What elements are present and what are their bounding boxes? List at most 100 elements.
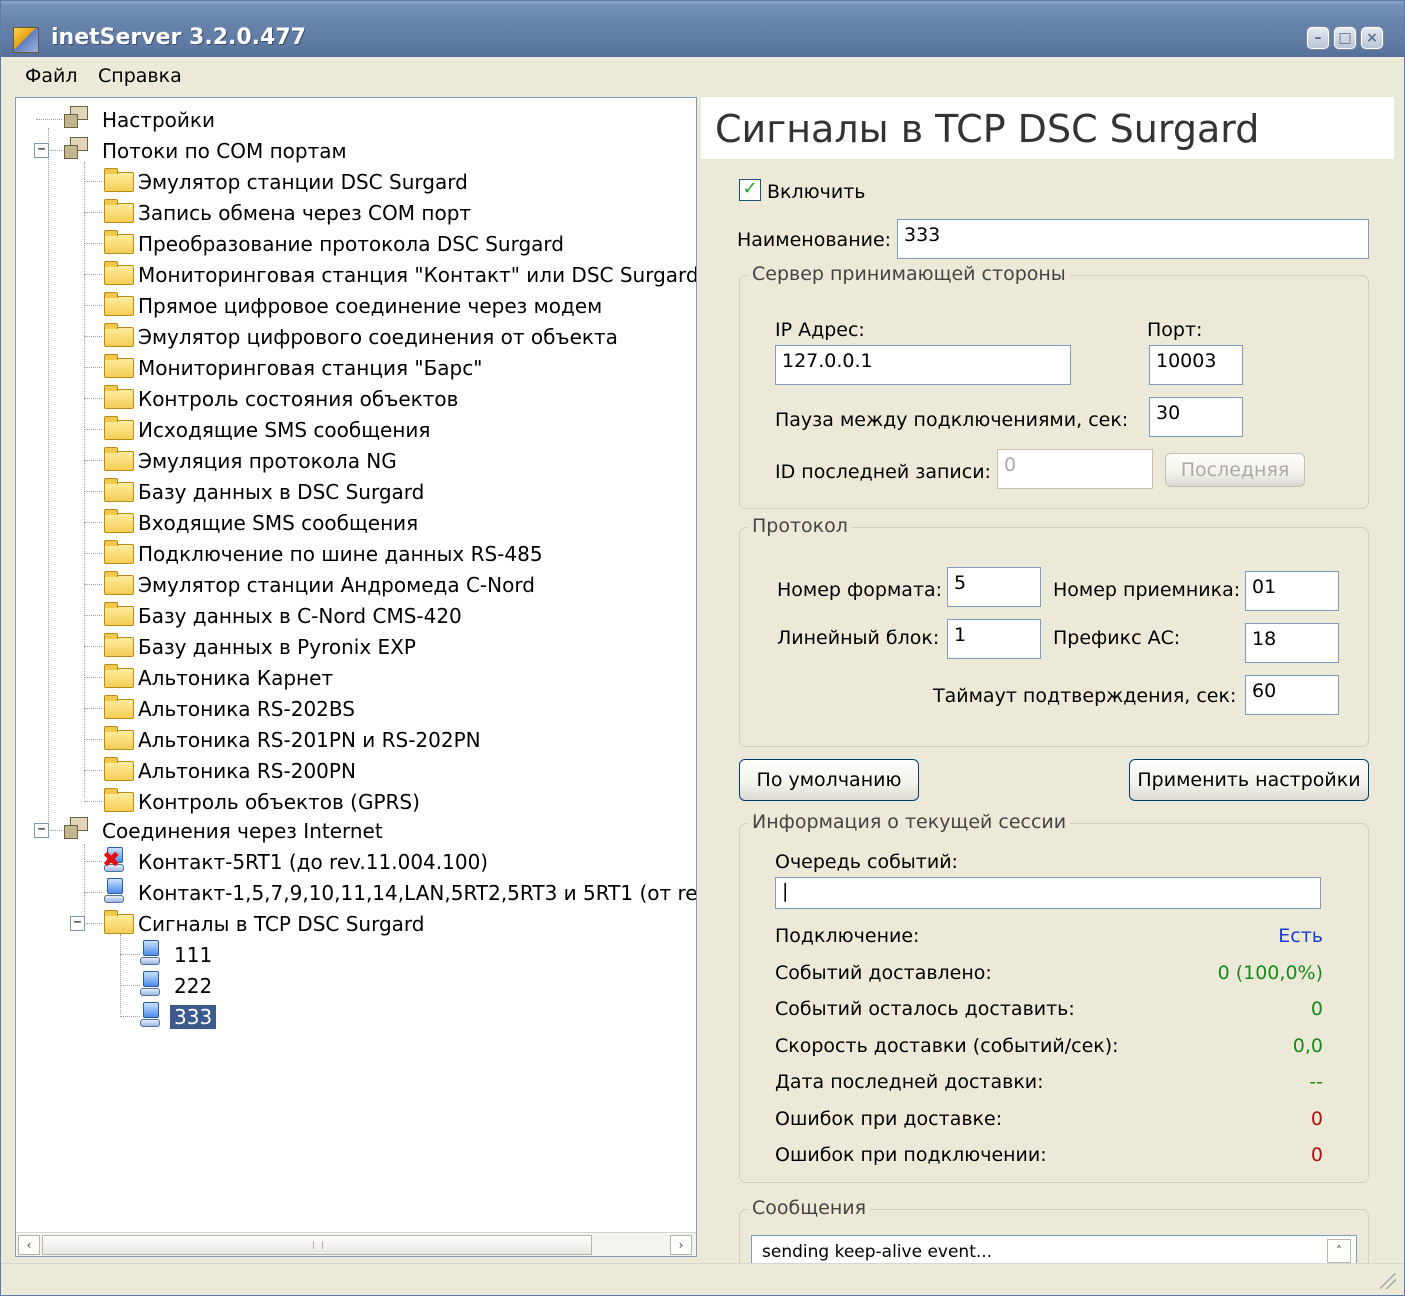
session-stat-value: 0,0 [1292,1034,1323,1057]
tree-item-com[interactable]: Контроль состояния объектов [16,383,696,413]
page-title: Сигналы в TCP DSC Surgard [715,107,1260,151]
tree-label: Эмулятор станции Андромеда C-Nord [138,573,535,597]
name-label: Наименование: [737,229,892,251]
tree-item-com[interactable]: Альтоника RS-202BS [16,693,696,723]
session-stat-label: Ошибок при подключении: [775,1144,1047,1166]
tree-label: Базу данных в DSC Surgard [138,480,425,504]
network-settings-icon [62,104,92,130]
tree-item-com[interactable]: Запись обмена через COM порт [16,197,696,227]
menu-help[interactable]: Справка [98,65,182,87]
tree-item-com[interactable]: Альтоника Карнет [16,662,696,692]
tree-item-com[interactable]: Подключение по шине данных RS-485 [16,538,696,568]
apply-settings-button[interactable]: Применить настройки [1129,759,1369,801]
tree-item-com[interactable]: Исходящие SMS сообщения [16,414,696,444]
tree-item-com[interactable]: Эмулятор станции DSC Surgard [16,166,696,196]
default-button[interactable]: По умолчанию [739,759,919,801]
format-field[interactable]: 5 [947,567,1041,607]
tree-item-tcp-dsc-surgard[interactable]: − Сигналы в TCP DSC Surgard [16,908,696,938]
folder-icon [104,788,134,812]
messages-list[interactable]: sending keep-alive event... [751,1235,1357,1265]
navigation-tree[interactable]: Настройки − Потоки по COM портам Эмулято… [16,98,696,1232]
tree-item-com[interactable]: Эмулятор цифрового соединения от объекта [16,321,696,351]
port-label: Порт: [1147,319,1203,341]
scroll-up-icon[interactable]: ˄ [1327,1239,1351,1263]
enable-checkbox[interactable]: ✓ [739,179,761,201]
last-button[interactable]: Последняя [1165,453,1305,487]
tree-item-com[interactable]: Мониторинговая станция "Барс" [16,352,696,382]
tree-label: Базу данных в Pyronix EXP [138,635,416,659]
tree-item-com[interactable]: Преобразование протокола DSC Surgard [16,228,696,258]
timeout-field[interactable]: 60 [1245,675,1339,715]
session-stat-label: Ошибок при доставке: [775,1107,1003,1130]
last-id-label: ID последней записи: [775,461,991,483]
tree-item-com[interactable]: Базу данных в C-Nord CMS-420 [16,600,696,630]
collapse-icon[interactable]: − [70,916,85,931]
resize-grip-icon[interactable] [1380,1273,1396,1289]
tree-item-com[interactable]: Мониторинговая станция "Контакт" или DSC… [16,259,696,289]
tree-item-contact-multi[interactable]: Контакт-1,5,7,9,10,11,14,LAN,5RT2,5RT3 и… [16,877,696,907]
tree-label: Мониторинговая станция "Контакт" или DSC… [138,263,696,287]
folder-icon [104,726,134,750]
maximize-button[interactable]: □ [1334,27,1356,49]
queue-label: Очередь событий: [775,851,958,873]
folder-icon [104,354,134,378]
folder-icon [104,540,134,564]
scroll-right-icon[interactable]: › [670,1235,692,1255]
tree-label: Контроль объектов (GPRS) [138,790,420,814]
messages-group-title: Сообщения [748,1197,871,1219]
menu-file[interactable]: Файл [25,65,78,87]
tree-item-com[interactable]: Базу данных в DSC Surgard [16,476,696,506]
server-group-title: Сервер принимающей стороны [748,263,1070,285]
scrollbar-thumb[interactable] [42,1235,592,1255]
scroll-left-icon[interactable]: ‹ [18,1235,40,1255]
tree-item-settings[interactable]: Настройки [16,104,696,134]
tree-item-com[interactable]: Альтоника RS-200PN [16,755,696,785]
tree-label: Настройки [102,108,215,132]
folder-icon [104,416,134,440]
pause-field[interactable]: 30 [1149,397,1243,437]
receiver-field[interactable]: 01 [1245,571,1339,611]
title-bar[interactable]: inetServer 3.2.0.477 – □ × [1,1,1404,57]
close-button[interactable]: × [1361,27,1383,49]
tree-item-com-streams[interactable]: − Потоки по COM портам [16,135,696,165]
tree-item-contact-5rt1[interactable]: ✖ Контакт-5RT1 (до rev.11.004.100) [16,846,696,876]
minimize-button[interactable]: – [1307,27,1329,49]
tree-item-com[interactable]: Эмулятор станции Андромеда C-Nord [16,569,696,599]
name-field[interactable]: 333 [897,219,1369,259]
session-group-title: Информация о текущей сессии [748,811,1071,833]
tree-item-333-selected[interactable]: 333 [16,1001,696,1031]
event-queue-field[interactable]: | [775,877,1321,909]
folder-icon [104,447,134,471]
tree-item-com[interactable]: Эмуляция протокола NG [16,445,696,475]
tree-label: Соединения через Internet [102,819,383,843]
folder-icon [104,292,134,316]
tree-item-com[interactable]: Контроль объектов (GPRS) [16,786,696,816]
folder-icon [104,385,134,409]
tree-item-com[interactable]: Прямое цифровое соединение через модем [16,290,696,320]
tree-label: 333 [170,1005,217,1029]
tree-item-com[interactable]: Базу данных в Pyronix EXP [16,631,696,661]
tree-label: Сигналы в TCP DSC Surgard [138,912,425,936]
tree-item-com[interactable]: Входящие SMS сообщения [16,507,696,537]
collapse-icon[interactable]: − [34,823,49,838]
tree-label: 222 [174,974,213,998]
port-field[interactable]: 10003 [1149,345,1243,385]
tree-item-111[interactable]: 111 [16,939,696,969]
folder-icon [104,664,134,688]
ip-address-field[interactable]: 127.0.0.1 [775,345,1071,385]
line-block-field[interactable]: 1 [947,619,1041,659]
tree-item-internet[interactable]: − Соединения через Internet [16,815,696,845]
computer-icon [140,939,162,967]
tree-item-222[interactable]: 222 [16,970,696,1000]
prefix-field[interactable]: 18 [1245,623,1339,663]
folder-icon [104,695,134,719]
last-id-field[interactable]: 0 [997,449,1153,489]
session-stat-label: Событий осталось доставить: [775,998,1075,1020]
network-group-icon [62,815,92,841]
tree-horizontal-scrollbar[interactable]: ‹ › [16,1232,696,1256]
collapse-icon[interactable]: − [34,143,49,158]
tree-label: Альтоника RS-200PN [138,759,356,783]
protocol-group-title: Протокол [748,515,852,537]
folder-icon [104,168,134,192]
tree-item-com[interactable]: Альтоника RS-201PN и RS-202PN [16,724,696,754]
